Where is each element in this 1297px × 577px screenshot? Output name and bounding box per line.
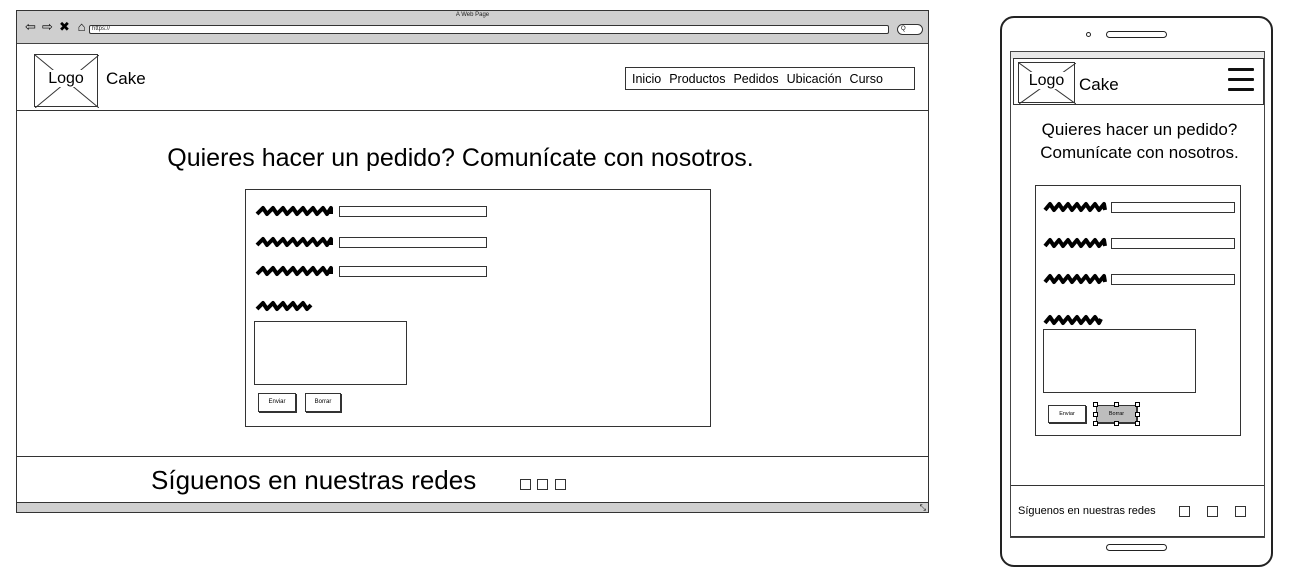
field-label-scribble (255, 237, 333, 247)
form-field-row (255, 264, 495, 278)
mobile-message-textarea[interactable] (1043, 329, 1196, 393)
browser-statusbar: ⤡ (17, 503, 928, 512)
back-arrow-icon[interactable]: ⇦ (24, 20, 37, 33)
mobile-page-heading: Quieres hacer un pedido? Comunícate con … (1011, 118, 1264, 164)
field-label-scribble (1043, 315, 1103, 325)
mobile-textarea-label-row (1043, 313, 1109, 327)
selection-handle[interactable] (1093, 402, 1098, 407)
selection-handle[interactable] (1135, 421, 1140, 426)
mobile-heading-line-1: Quieres hacer un pedido? (1041, 120, 1238, 139)
speaker-icon (1106, 31, 1167, 38)
mobile-text-input-3[interactable] (1111, 274, 1235, 285)
hamburger-menu-icon[interactable] (1228, 68, 1254, 92)
site-header: Logo Cake Inicio Productos Pedidos Ubica… (17, 45, 928, 111)
mobile-social-icon-2[interactable] (1207, 506, 1218, 517)
message-textarea[interactable] (254, 321, 407, 385)
selection-handle[interactable] (1135, 402, 1140, 407)
search-button[interactable]: Q (897, 24, 923, 35)
mobile-footer: Síguenos en nuestras redes (1011, 485, 1264, 537)
textarea-label-row (255, 299, 325, 313)
field-label-scribble (1043, 238, 1107, 248)
nav-link-productos[interactable]: Productos (669, 72, 725, 86)
close-icon[interactable]: ✖ (58, 20, 71, 33)
mobile-logo-label: Logo (1027, 72, 1066, 89)
mobile-send-button[interactable]: Enviar (1048, 405, 1086, 423)
selection-handle[interactable] (1135, 412, 1140, 417)
order-form: Enviar Borrar (245, 189, 711, 427)
window-title: A Web Page (455, 12, 490, 18)
social-icon-3[interactable] (555, 479, 566, 490)
browser-nav-buttons: ⇦ ⇨ ✖ ⌂ (24, 20, 88, 33)
field-label-scribble (1043, 274, 1107, 284)
page-heading: Quieres hacer un pedido? Comunícate con … (167, 144, 754, 172)
mobile-logo-placeholder: Logo (1018, 62, 1076, 104)
logo-label: Logo (46, 70, 86, 87)
desktop-browser-window: A Web Page ⇦ ⇨ ✖ ⌂ https:// Q Logo Cake … (16, 10, 929, 513)
form-field-row (255, 235, 495, 249)
mobile-form-field-row (1043, 236, 1243, 250)
logo-image-placeholder: Logo (34, 54, 99, 108)
search-icon: Q (901, 26, 906, 32)
browser-titlebar: A Web Page ⇦ ⇨ ✖ ⌂ https:// Q (17, 11, 928, 44)
mobile-social-icon-1[interactable] (1179, 506, 1190, 517)
brand-name: Cake (106, 69, 146, 88)
forward-arrow-icon[interactable]: ⇨ (41, 20, 54, 33)
field-label-scribble (255, 266, 333, 276)
mobile-social-icon-3[interactable] (1235, 506, 1246, 517)
text-input-2[interactable] (339, 237, 487, 248)
mobile-form-field-row (1043, 200, 1243, 214)
home-icon[interactable]: ⌂ (75, 20, 88, 33)
text-input-1[interactable] (339, 206, 487, 217)
field-label-scribble (255, 301, 313, 311)
nav-link-pedidos[interactable]: Pedidos (733, 72, 778, 86)
selection-handle[interactable] (1114, 402, 1119, 407)
send-button[interactable]: Enviar (258, 393, 296, 412)
mobile-order-form: Enviar Borrar (1035, 185, 1241, 436)
text-input-3[interactable] (339, 266, 487, 277)
mobile-screen: Logo Cake Quieres hacer un pedido? Comun… (1010, 51, 1265, 538)
resize-grip-icon[interactable]: ⤡ (920, 503, 926, 512)
form-field-row (255, 204, 495, 218)
nav-link-ubicacion[interactable]: Ubicación (787, 72, 842, 86)
mobile-text-input-1[interactable] (1111, 202, 1235, 213)
field-label-scribble (255, 206, 333, 216)
mobile-form-field-row (1043, 272, 1243, 286)
selection-handle[interactable] (1114, 421, 1119, 426)
mobile-footer-follow-text: Síguenos en nuestras redes (1018, 505, 1156, 517)
field-label-scribble (1043, 202, 1107, 212)
nav-link-inicio[interactable]: Inicio (632, 72, 661, 86)
mobile-heading-line-2: Comunícate con nosotros. (1040, 143, 1239, 162)
mobile-brand-name: Cake (1079, 75, 1119, 94)
social-icon-2[interactable] (537, 479, 548, 490)
site-footer: Síguenos en nuestras redes (17, 456, 928, 503)
nav-link-curso[interactable]: Curso (850, 72, 883, 86)
main-navigation: Inicio Productos Pedidos Ubicación Curso (625, 67, 915, 90)
camera-icon (1086, 32, 1091, 37)
home-button-icon[interactable] (1106, 544, 1167, 551)
mobile-device-frame: Logo Cake Quieres hacer un pedido? Comun… (1000, 16, 1273, 567)
selection-handle[interactable] (1093, 421, 1098, 426)
mobile-text-input-2[interactable] (1111, 238, 1235, 249)
footer-follow-text: Síguenos en nuestras redes (151, 465, 477, 495)
mobile-header: Logo Cake (1013, 58, 1264, 105)
address-bar[interactable]: https:// (89, 25, 889, 34)
selection-handle[interactable] (1093, 412, 1098, 417)
social-icon-1[interactable] (520, 479, 531, 490)
clear-button[interactable]: Borrar (305, 393, 341, 412)
